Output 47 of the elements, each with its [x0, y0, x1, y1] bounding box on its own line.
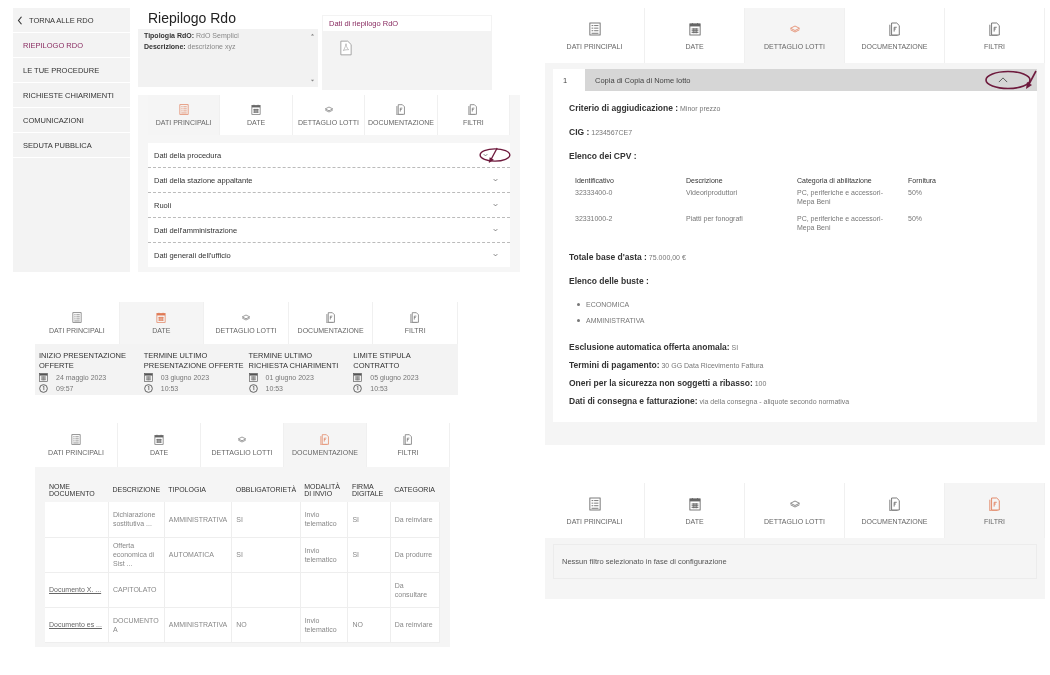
calendar-icon: [156, 312, 167, 323]
clock-icon: [353, 384, 363, 393]
calendar-icon: [143, 373, 153, 382]
document-icon[interactable]: [340, 40, 352, 56]
document-icon: [403, 434, 413, 445]
chevron-icon: [493, 178, 498, 182]
layers-icon: [241, 312, 251, 323]
annotation-arrow: [1025, 70, 1037, 90]
clock-icon: [39, 384, 48, 393]
calendar-icon: [39, 373, 48, 382]
document-icon: [888, 496, 901, 511]
bullet-icon: [577, 318, 580, 322]
scrollbar[interactable]: [310, 32, 315, 84]
calendar-icon: [154, 434, 164, 445]
highlight-ellipse: [478, 148, 512, 162]
section-title: Elenco delle buste :: [569, 276, 650, 286]
page-title: Riepilogo Rdo: [148, 10, 237, 26]
highlight-ellipse: [985, 70, 1031, 90]
list-icon: [71, 434, 81, 445]
list-icon: [588, 21, 601, 36]
bullet-icon: [577, 302, 580, 306]
chevron-icon: [998, 77, 1008, 83]
document-icon: [325, 312, 336, 323]
document-icon: [395, 104, 406, 115]
document-icon: [410, 312, 421, 323]
clock-icon: [248, 384, 258, 393]
document-icon: [468, 104, 479, 115]
chevron-icon: [493, 253, 498, 257]
chevron-icon: [483, 153, 488, 157]
list-icon: [71, 312, 82, 323]
list-icon: [588, 496, 601, 511]
calendar-icon: [248, 373, 258, 382]
section-title: Elenco dei CPV :: [569, 151, 638, 161]
chevron-icon: [493, 228, 498, 232]
calendar-icon: [688, 496, 701, 511]
calendar-icon: [353, 373, 363, 382]
document-icon: [988, 496, 1001, 511]
document-icon: [888, 21, 901, 36]
document-icon: [320, 434, 330, 445]
chevron-icon: [493, 203, 498, 207]
calendar-icon: [688, 21, 701, 36]
layers-icon: [237, 434, 247, 445]
list-icon: [178, 104, 189, 115]
calendar-icon: [251, 104, 262, 115]
clock-icon: [143, 384, 153, 393]
layers-icon: [323, 104, 334, 115]
document-icon: [988, 21, 1001, 36]
